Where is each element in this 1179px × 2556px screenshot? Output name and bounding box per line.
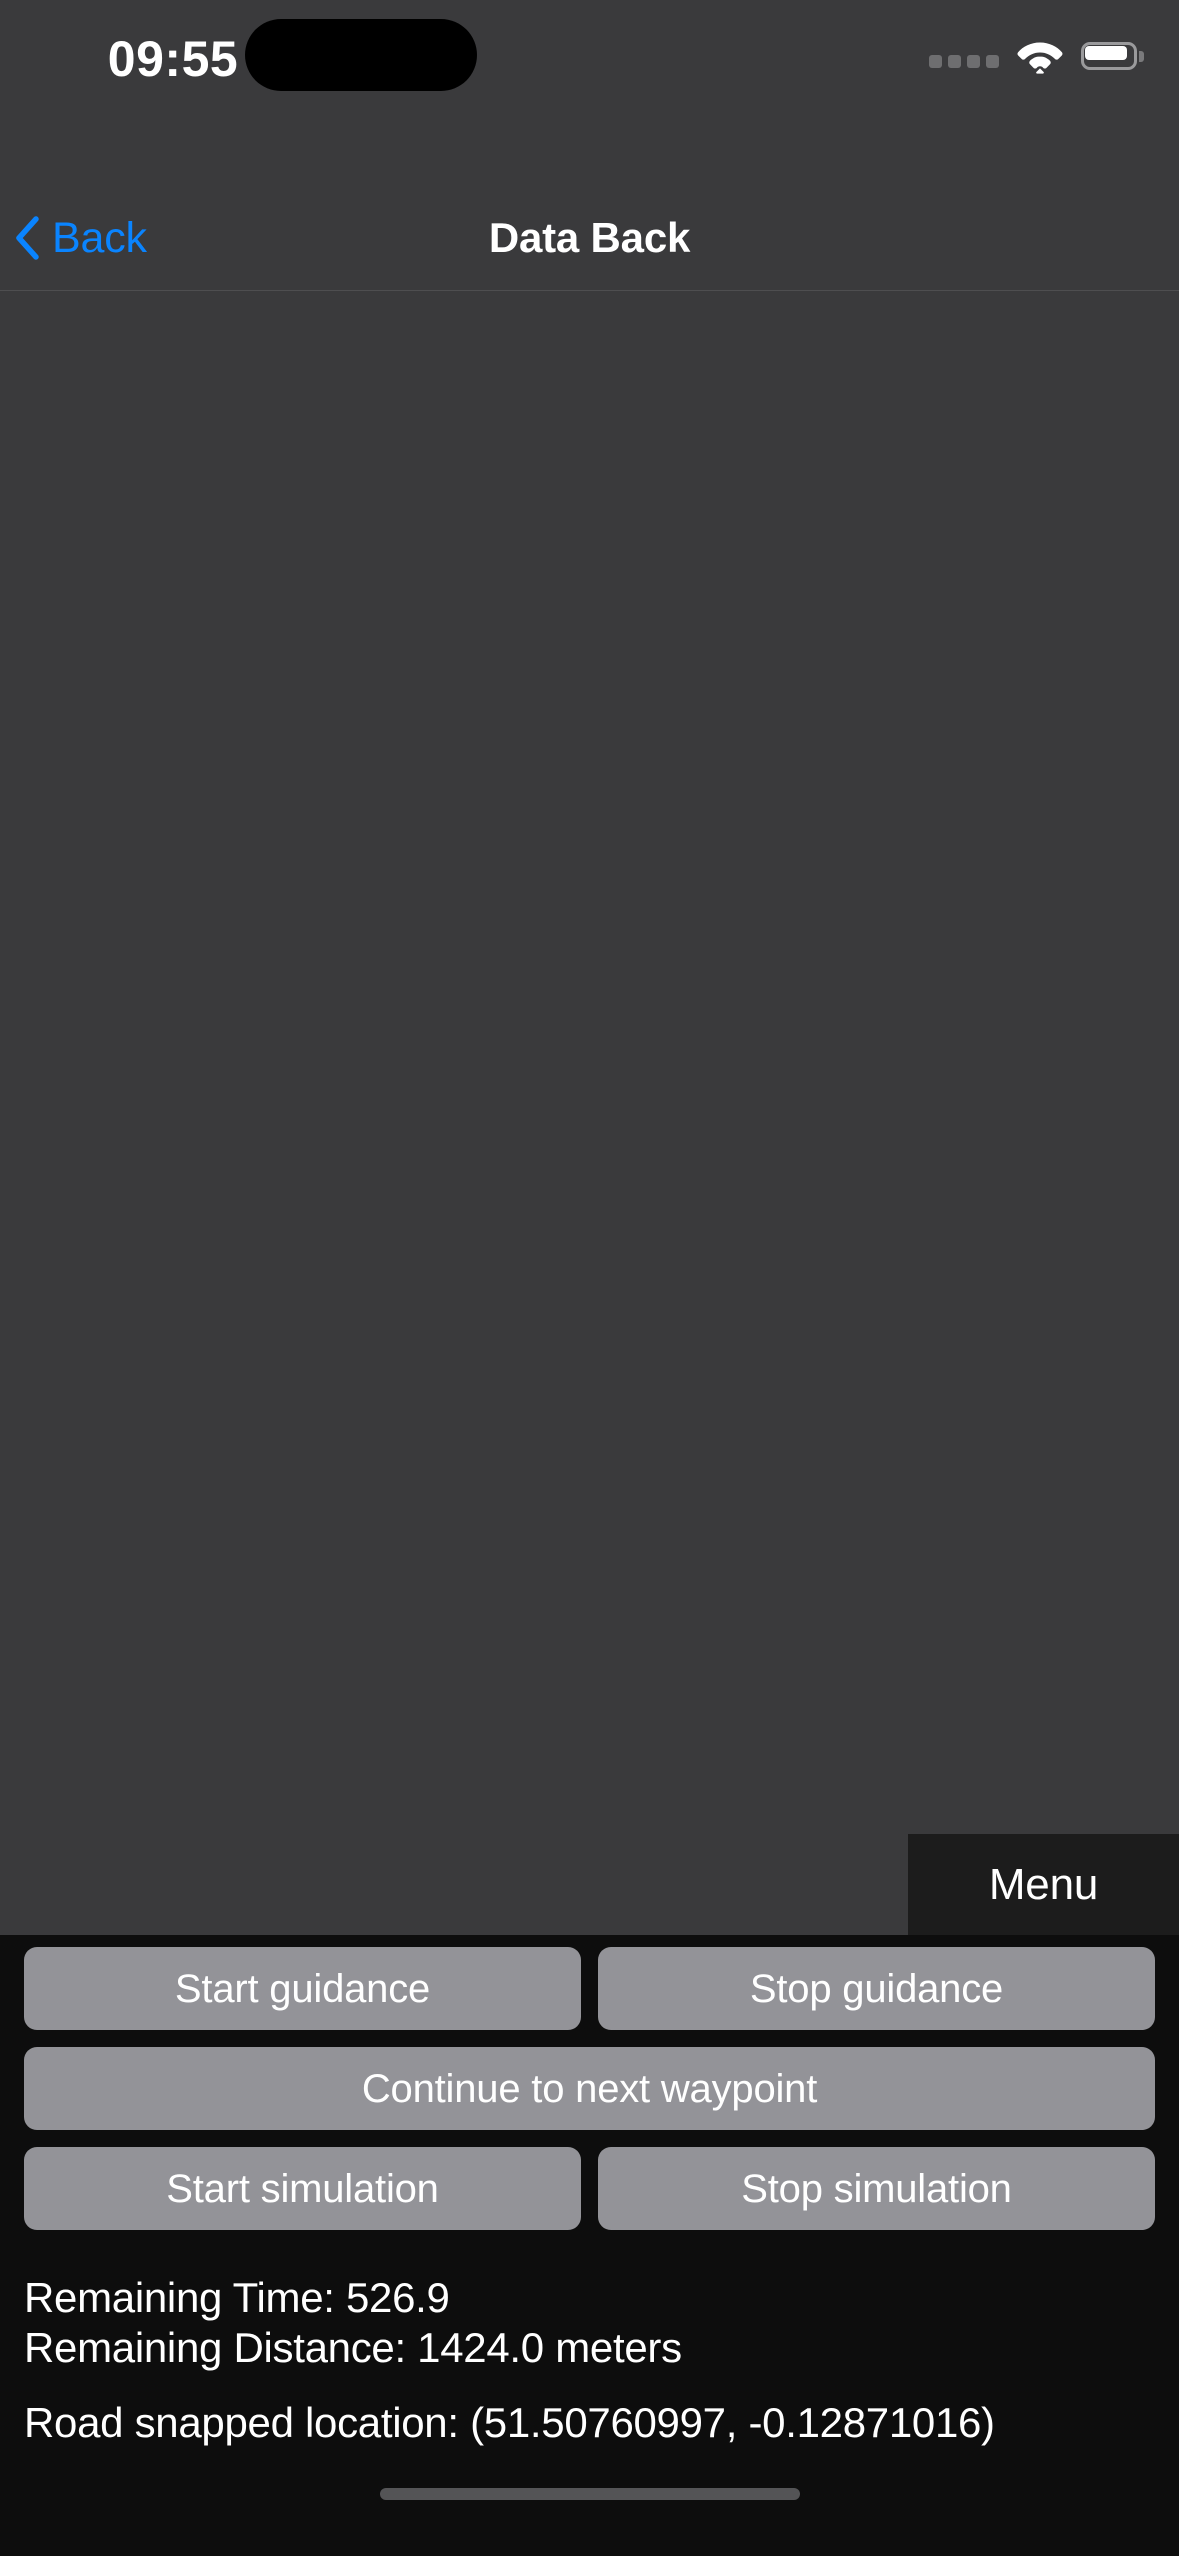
map-view[interactable]: Menu	[0, 291, 1179, 1936]
wifi-icon	[1017, 42, 1063, 74]
signal-dots-icon	[929, 36, 999, 76]
chevron-left-icon	[16, 216, 39, 260]
stop-guidance-button[interactable]: Stop guidance	[598, 1947, 1155, 2031]
menu-button[interactable]: Menu	[908, 1834, 1179, 1936]
stop-simulation-button[interactable]: Stop simulation	[598, 2147, 1155, 2231]
status-bar-time: 09:55	[107, 31, 239, 87]
guidance-button-row: Start guidance Stop guidance	[24, 1947, 1155, 2031]
simulation-button-row: Start simulation Stop simulation	[24, 2147, 1155, 2231]
continue-next-waypoint-button[interactable]: Continue to next waypoint	[24, 2047, 1155, 2131]
remaining-time-text: Remaining Time: 526.9	[24, 2274, 450, 2322]
page-title: Data Back	[488, 214, 691, 261]
battery-icon	[1081, 42, 1144, 70]
control-panel: Start guidance Stop guidance Continue to…	[0, 1935, 1179, 2448]
phone-screen: 09:55 Back Data Back Menu Start guidance…	[0, 0, 1179, 2556]
status-bar-indicators	[929, 36, 1144, 76]
status-bar: 09:55	[0, 0, 1179, 186]
waypoint-button-row: Continue to next waypoint	[24, 2047, 1155, 2131]
home-indicator[interactable]	[379, 2488, 800, 2500]
navigation-bar: Back Data Back	[0, 186, 1179, 291]
remaining-distance-text: Remaining Distance: 1424.0 meters	[24, 2323, 682, 2371]
back-button[interactable]: Back	[0, 214, 147, 263]
menu-button-label: Menu	[988, 1859, 1099, 1909]
status-readout: Remaining Time: 526.9 Remaining Distance…	[24, 2247, 1155, 2448]
start-guidance-button[interactable]: Start guidance	[24, 1947, 581, 2031]
home-indicator-area	[0, 2448, 1179, 2556]
back-button-label: Back	[52, 213, 147, 262]
road-snapped-location-text: Road snapped location: (51.50760997, -0.…	[24, 2399, 995, 2447]
start-simulation-button[interactable]: Start simulation	[24, 2147, 581, 2231]
dynamic-island	[245, 19, 477, 91]
